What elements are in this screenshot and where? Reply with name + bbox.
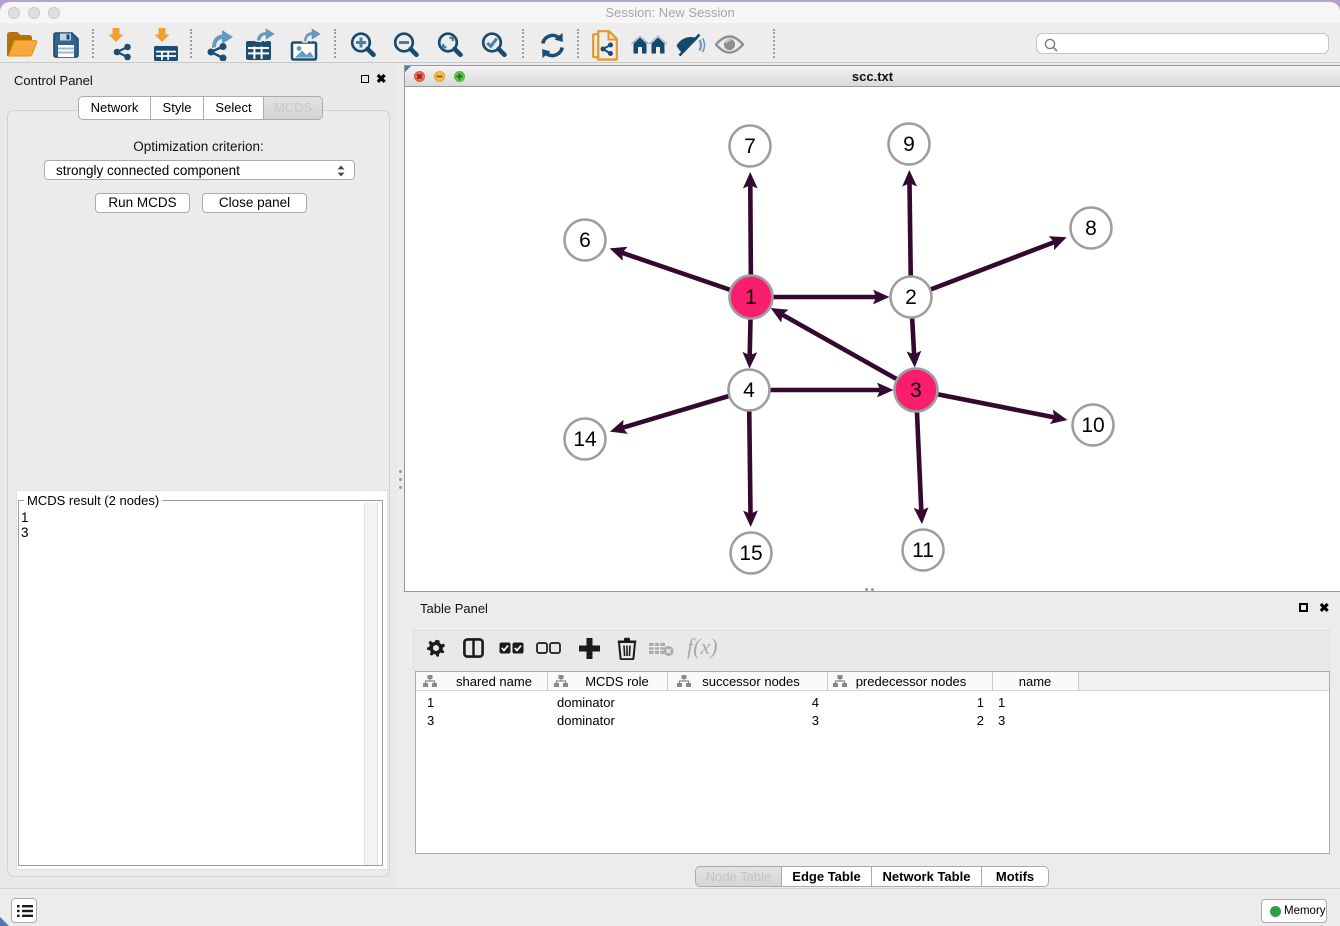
svg-text:6: 6 [579,229,591,252]
svg-text:1: 1 [745,286,757,309]
svg-text:4: 4 [743,379,755,402]
svg-text:8: 8 [1085,217,1097,240]
svg-text:15: 15 [739,542,762,565]
svg-text:3: 3 [910,379,922,402]
svg-text:11: 11 [912,539,934,562]
svg-text:14: 14 [573,428,597,451]
svg-text:10: 10 [1081,414,1104,437]
svg-text:9: 9 [903,133,915,156]
svg-text:2: 2 [905,286,917,309]
svg-text:7: 7 [744,135,756,158]
